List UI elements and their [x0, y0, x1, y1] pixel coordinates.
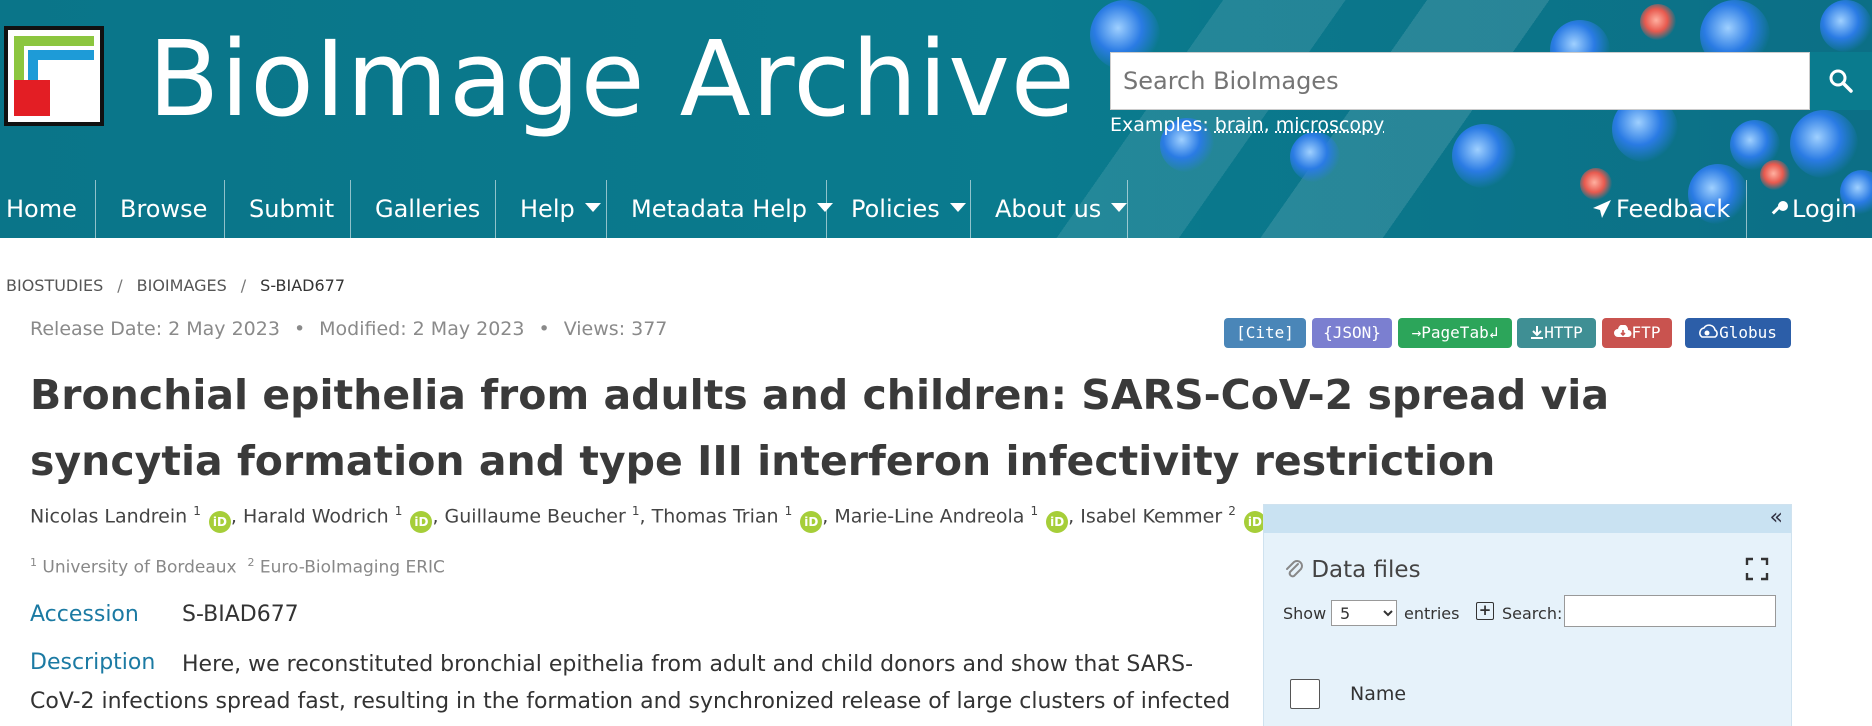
nav-item-browse[interactable]: Browse	[120, 180, 207, 238]
data-files-title: Data files	[1284, 557, 1421, 583]
entries-select[interactable]: 5	[1331, 600, 1397, 626]
http-button[interactable]: HTTP	[1517, 318, 1596, 348]
author-name[interactable]: Marie-Line Andreola	[834, 505, 1024, 527]
data-files-panel: « Data files Show 5 entries + Search: Na…	[1263, 504, 1792, 726]
author-name[interactable]: Nicolas Landrein	[30, 505, 187, 527]
nav-item-policies[interactable]: Policies	[851, 180, 966, 238]
site-title[interactable]: BioImage Archive	[148, 12, 1076, 147]
globus-icon	[1699, 324, 1718, 338]
search-examples: Examples: brain, microscopy	[1110, 114, 1385, 136]
show-label: Show	[1283, 604, 1327, 623]
nav-item-login[interactable]: Login	[1770, 180, 1857, 238]
page-title: Bronchial epithelia from adults and chil…	[30, 371, 1610, 485]
header-decoration-cell	[1790, 110, 1858, 178]
description-text: Here, we reconstituted bronchial epithel…	[30, 652, 1231, 714]
orcid-icon[interactable]: iD	[410, 511, 433, 534]
breadcrumb: BIOSTUDIES / BIOIMAGES / S-BIAD677	[6, 276, 346, 295]
affiliation: Euro-BioImaging ERIC	[259, 557, 445, 578]
cite-button[interactable]: [Cite]	[1224, 318, 1306, 348]
download-icon	[1531, 326, 1544, 339]
add-column-icon[interactable]: +	[1476, 602, 1494, 620]
modified-date: Modified: 2 May 2023	[319, 318, 525, 340]
author-list: Nicolas Landrein 1 iD, Harald Wodrich 1 …	[30, 504, 1266, 534]
chevron-down-icon	[817, 202, 833, 212]
affiliation-list: 1 University of Bordeaux 2 Euro-BioImagi…	[30, 556, 445, 578]
orcid-icon[interactable]: iD	[208, 511, 231, 534]
site-header: BioImage Archive Examples: brain, micros…	[0, 0, 1872, 238]
pagetab-button[interactable]: →PageTab↲	[1398, 318, 1512, 348]
release-info: Release Date: 2 May 2023 • Modified: 2 May…	[30, 318, 668, 340]
author-name[interactable]: Thomas Trian	[652, 505, 779, 527]
nav-item-galleries[interactable]: Galleries	[375, 180, 480, 238]
globus-button[interactable]: Globus	[1685, 318, 1791, 348]
breadcrumb-bioimages[interactable]: BIOIMAGES	[137, 276, 227, 295]
main-nav: Home Browse Submit Galleries Help Metada…	[0, 180, 1872, 238]
panel-header: «	[1264, 505, 1791, 533]
select-all-checkbox[interactable]	[1290, 679, 1320, 709]
bioimage-logo[interactable]	[4, 26, 104, 126]
header-decoration-cell	[1290, 132, 1340, 182]
view-count: Views: 377	[563, 318, 668, 340]
examples-label: Examples:	[1110, 114, 1209, 136]
orcid-icon[interactable]: iD	[800, 511, 823, 534]
chevron-down-icon	[584, 202, 601, 212]
nav-item-help[interactable]: Help	[520, 180, 601, 238]
files-search-input[interactable]	[1564, 595, 1776, 627]
header-decoration-cell	[1452, 124, 1516, 188]
cloud-download-icon	[1613, 324, 1632, 337]
ftp-button[interactable]: FTP	[1602, 318, 1672, 348]
search-icon	[1829, 69, 1853, 93]
search-button[interactable]	[1810, 52, 1872, 110]
nav-item-about-us[interactable]: About us	[995, 180, 1128, 238]
fullscreen-icon[interactable]	[1745, 557, 1769, 581]
nav-item-home[interactable]: Home	[6, 180, 77, 238]
entries-label: entries	[1404, 604, 1460, 623]
chevron-down-icon	[949, 202, 966, 212]
breadcrumb-biostudies[interactable]: BIOSTUDIES	[6, 276, 103, 295]
paperclip-icon	[1286, 560, 1303, 578]
example-link-microscopy[interactable]: microscopy	[1276, 114, 1385, 136]
header-decoration-cell	[1640, 4, 1676, 40]
nav-item-submit[interactable]: Submit	[249, 180, 334, 238]
nav-item-metadata-help[interactable]: Metadata Help	[631, 180, 833, 238]
affiliation: University of Bordeaux	[42, 557, 237, 578]
collapse-icon[interactable]: «	[1770, 507, 1783, 529]
json-button[interactable]: {JSON}	[1312, 318, 1392, 348]
example-link-brain[interactable]: brain	[1215, 114, 1264, 136]
paper-plane-icon	[1593, 200, 1611, 218]
orcid-icon[interactable]: iD	[1046, 511, 1069, 534]
release-date: Release Date: 2 May 2023	[30, 318, 280, 340]
header-decoration-cell	[1820, 0, 1872, 52]
author-name[interactable]: Harald Wodrich	[243, 505, 389, 527]
key-icon	[1771, 201, 1788, 215]
accession-value: S-BIAD677	[182, 602, 299, 627]
accession-label: Accession	[30, 602, 139, 627]
nav-item-feedback[interactable]: Feedback	[1592, 180, 1730, 238]
author-name[interactable]: Guillaume Beucher	[445, 505, 626, 527]
search-input[interactable]	[1110, 52, 1810, 110]
author-name[interactable]: Isabel Kemmer	[1080, 505, 1222, 527]
chevron-down-icon	[1111, 202, 1128, 212]
column-header-name[interactable]: Name	[1350, 683, 1406, 705]
breadcrumb-current: S-BIAD677	[260, 276, 346, 295]
files-search-label: Search:	[1502, 604, 1563, 623]
